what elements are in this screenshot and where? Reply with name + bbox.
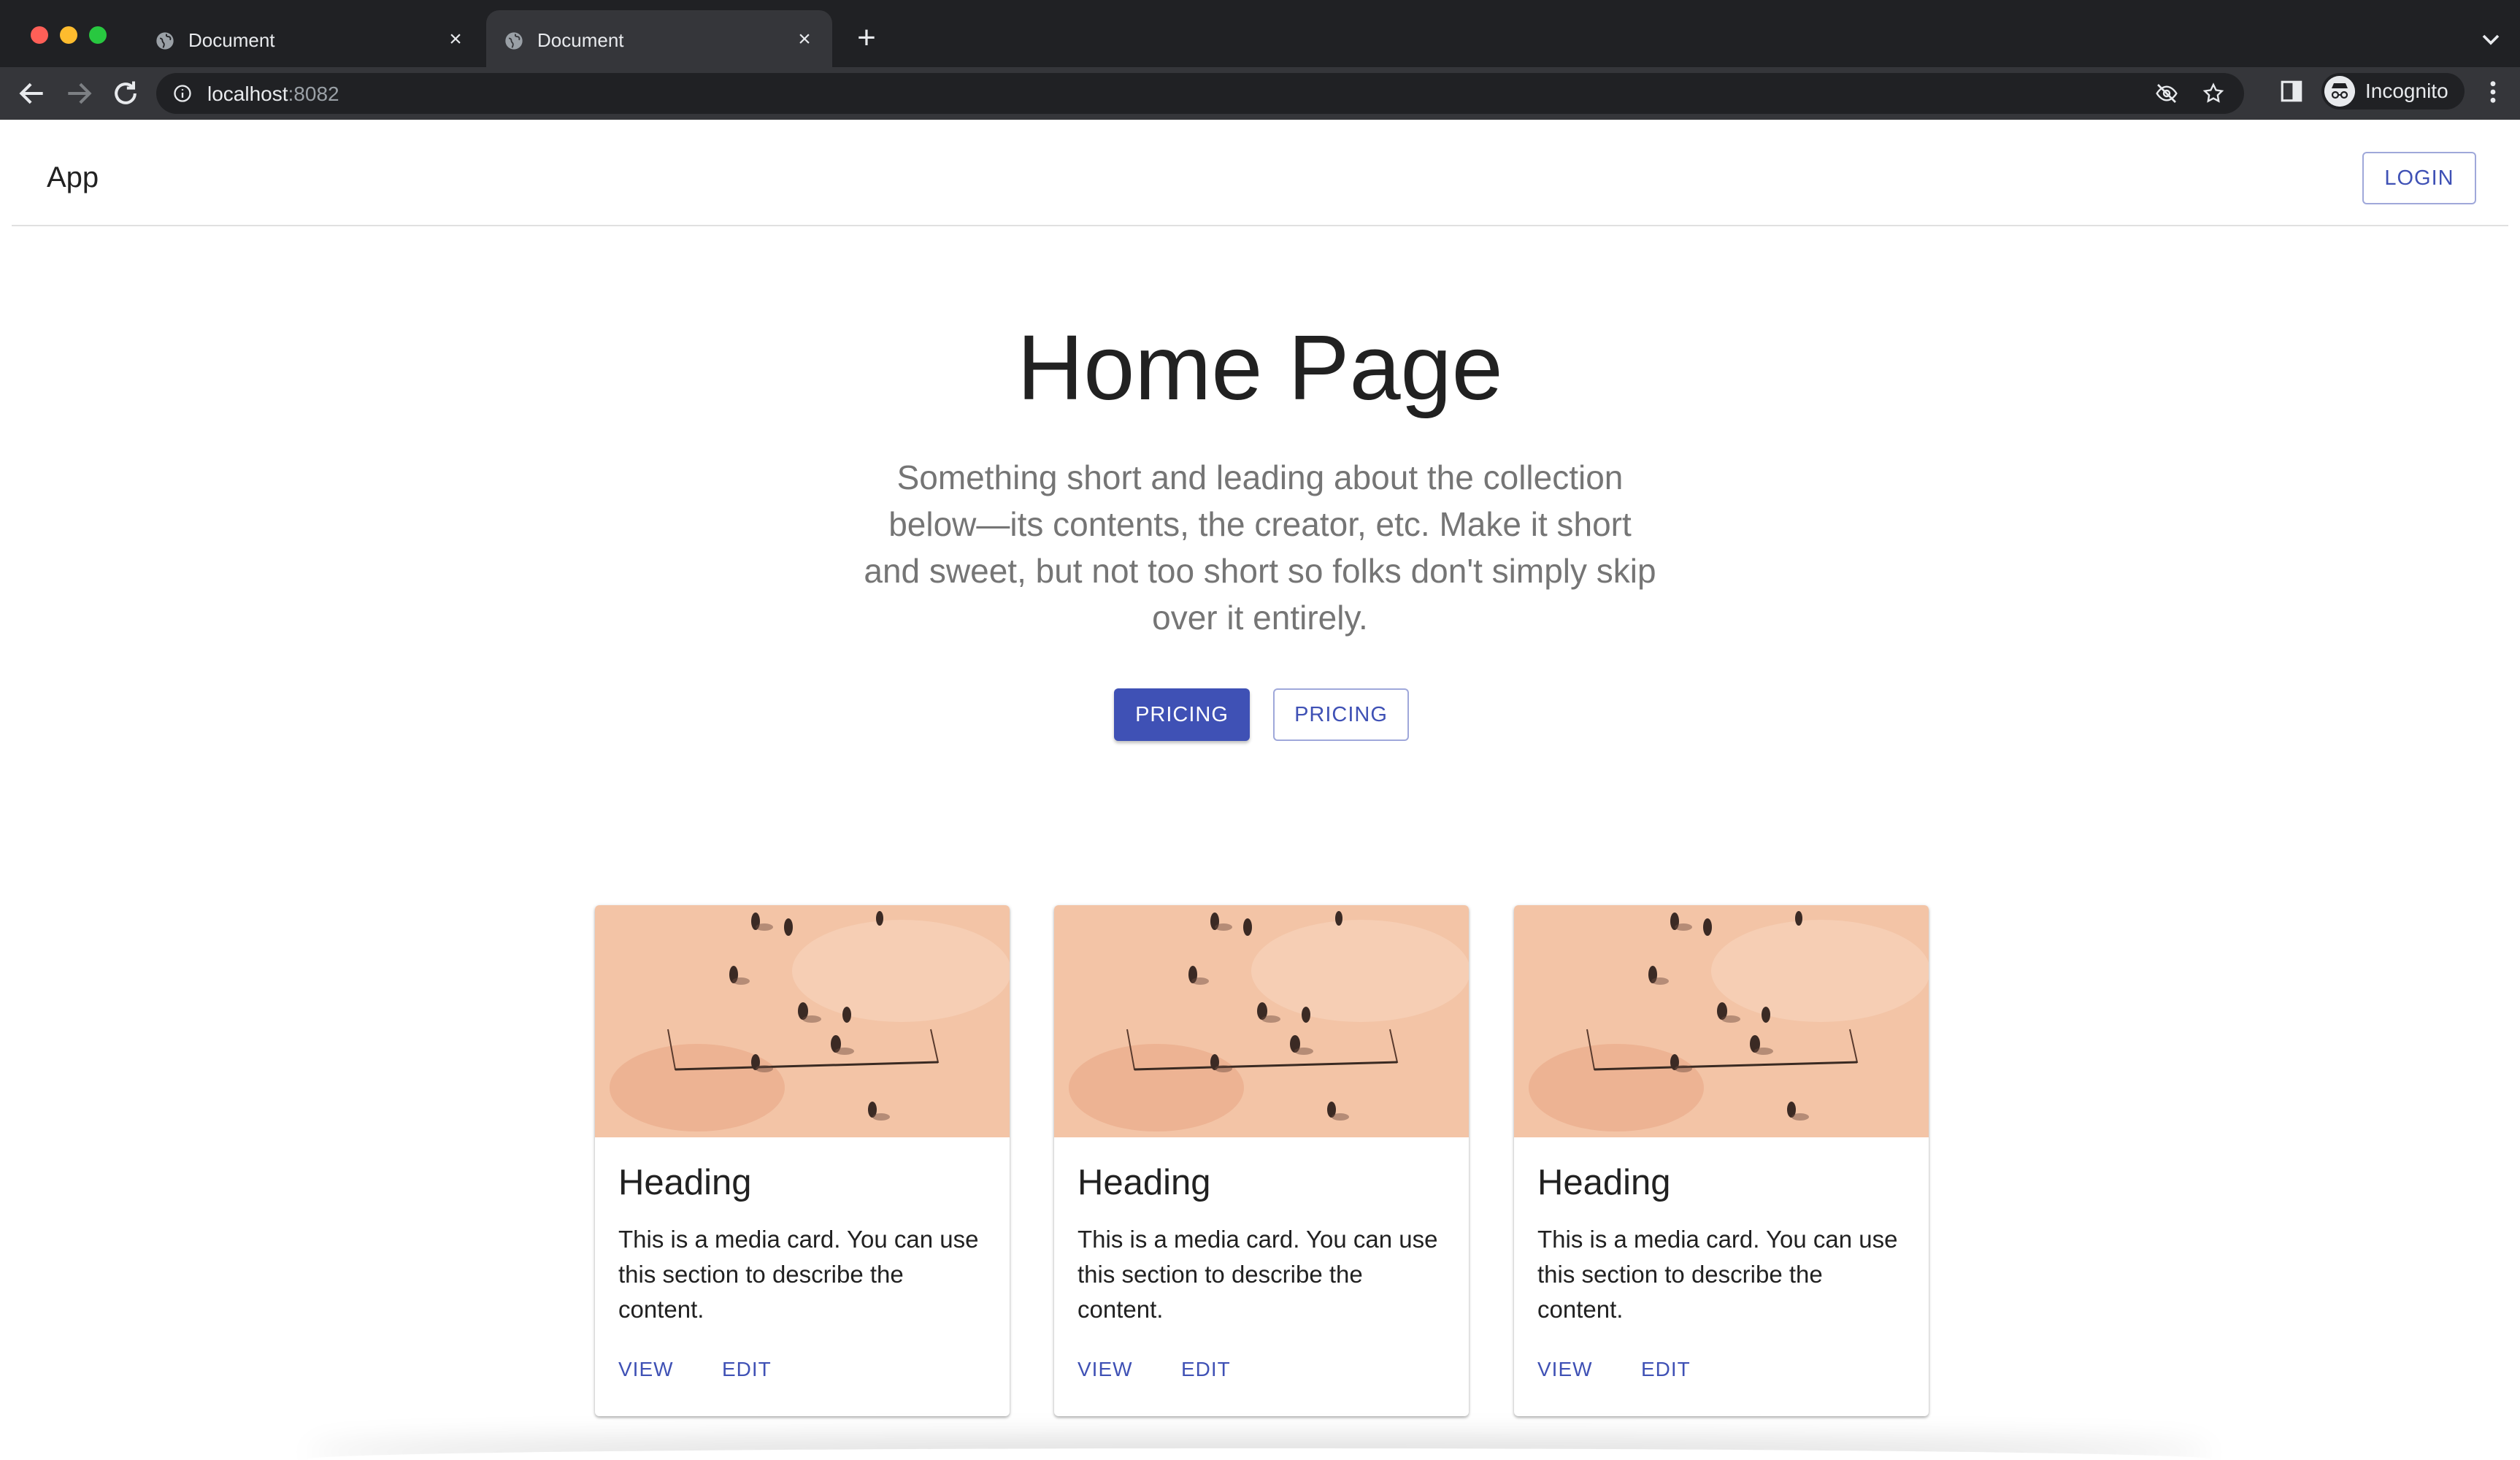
card-media-image: [595, 905, 1010, 1137]
close-tab-icon[interactable]: ×: [791, 26, 818, 53]
globe-icon: [156, 32, 174, 50]
card-description: This is a media card. You can use this s…: [1077, 1226, 1438, 1323]
card-description: This is a media card. You can use this s…: [618, 1226, 979, 1323]
reload-icon[interactable]: [110, 77, 142, 110]
close-tab-icon[interactable]: ×: [442, 26, 469, 53]
card-description: This is a media card. You can use this s…: [1537, 1226, 1898, 1323]
card-edit-button[interactable]: EDIT: [712, 1346, 782, 1393]
minimize-window-button[interactable]: [60, 26, 77, 44]
card-media-image: [1514, 905, 1929, 1137]
media-card: Heading This is a media card. You can us…: [1054, 905, 1469, 1416]
hero-subtitle: Something short and leading about the co…: [864, 458, 1656, 637]
chevron-down-icon[interactable]: [2476, 25, 2505, 54]
media-card: Heading This is a media card. You can us…: [1514, 905, 1929, 1416]
globe-icon: [505, 32, 523, 50]
page-title: Home Page: [1017, 316, 1503, 419]
forward-arrow-icon[interactable]: [63, 77, 95, 110]
browser-tab-1[interactable]: Document ×: [137, 10, 483, 67]
card-heading: Heading: [618, 1163, 752, 1202]
card-heading: Heading: [1077, 1163, 1211, 1202]
close-window-button[interactable]: [31, 26, 48, 44]
browser-chrome: Document × Document × + localhost:8082 I…: [0, 0, 2520, 120]
footer-shadow: [307, 1448, 2212, 1460]
app-bar: App LOGIN: [12, 120, 2508, 226]
browser-tab-2[interactable]: Document ×: [486, 10, 832, 67]
browser-toolbar: localhost:8082: [0, 67, 2520, 120]
pricing-outline-button[interactable]: PRICING: [1273, 688, 1409, 741]
page-viewport: App LOGIN Home Page Something short and …: [0, 120, 2520, 1460]
incognito-icon: [2324, 76, 2355, 107]
profile-label: Incognito: [2365, 80, 2448, 102]
info-icon[interactable]: [172, 83, 193, 104]
side-panel-icon[interactable]: [2279, 79, 2304, 104]
tab-title: Document: [537, 29, 624, 51]
card-view-button[interactable]: VIEW: [1527, 1346, 1603, 1393]
login-button[interactable]: LOGIN: [2362, 152, 2476, 204]
pricing-primary-button[interactable]: PRICING: [1114, 688, 1250, 741]
eye-off-icon[interactable]: [2155, 82, 2178, 105]
media-card: Heading This is a media card. You can us…: [595, 905, 1010, 1416]
card-heading: Heading: [1537, 1163, 1671, 1202]
app-title: App: [47, 161, 99, 193]
back-arrow-icon[interactable]: [16, 77, 48, 110]
url-port: :8082: [288, 82, 339, 105]
card-view-button[interactable]: VIEW: [608, 1346, 684, 1393]
card-edit-button[interactable]: EDIT: [1631, 1346, 1701, 1393]
url-host: localhost: [207, 82, 288, 105]
tab-title: Document: [188, 29, 275, 51]
profile-button[interactable]: Incognito: [2321, 73, 2465, 110]
card-edit-button[interactable]: EDIT: [1171, 1346, 1241, 1393]
card-view-button[interactable]: VIEW: [1067, 1346, 1143, 1393]
star-icon[interactable]: [2202, 82, 2225, 105]
address-bar[interactable]: localhost:8082: [156, 73, 2244, 114]
tab-strip: Document × Document × +: [0, 0, 2520, 67]
url-text: localhost:8082: [207, 82, 339, 107]
more-menu-icon[interactable]: [2481, 77, 2505, 107]
maximize-window-button[interactable]: [89, 26, 107, 44]
card-media-image: [1054, 905, 1469, 1137]
new-tab-button[interactable]: +: [851, 22, 882, 54]
